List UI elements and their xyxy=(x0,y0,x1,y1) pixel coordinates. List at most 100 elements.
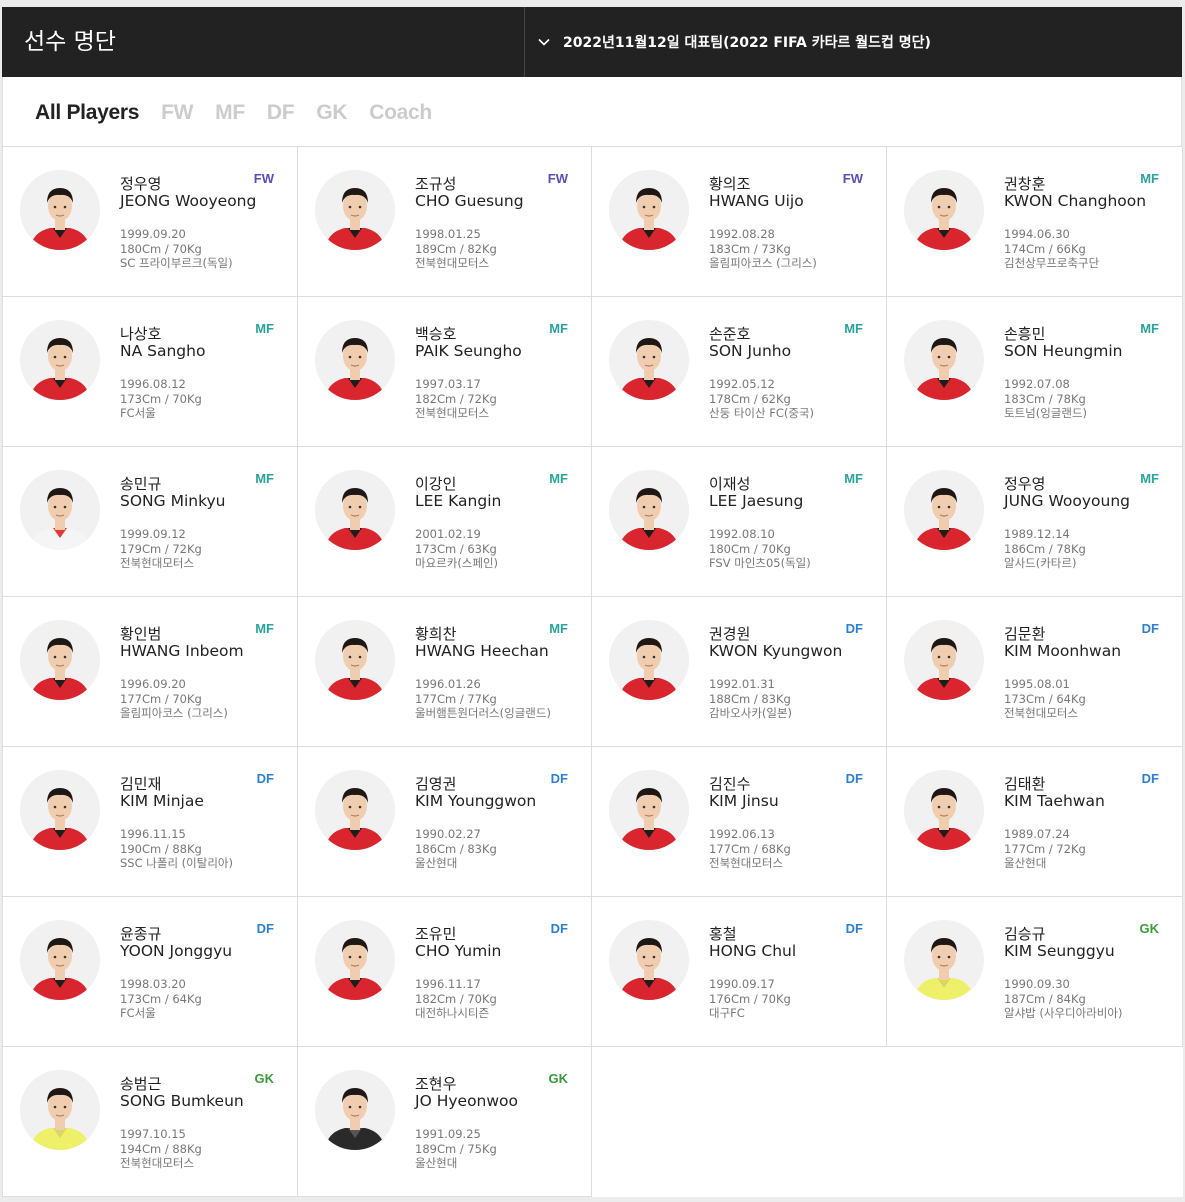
player-card[interactable]: FW 조규성 CHO Guesung 1998.01.25 189Cm / 82Kg 전북… xyxy=(298,147,592,297)
player-club: 산둥 타이산 FC(중국) xyxy=(709,406,814,420)
player-card[interactable]: MF 권창훈 KWON Changhoon 1994.06.30 174Cm / 66K… xyxy=(887,147,1183,297)
player-card[interactable]: DF 김문환 KIM Moonhwan 1995.08.01 173Cm / 64Kg 전… xyxy=(887,597,1183,747)
player-english-name: NA Sangho xyxy=(120,342,206,360)
tab-df[interactable]: DF xyxy=(267,101,295,125)
player-card[interactable]: GK 조현우 JO Hyeonwoo 1991.09.25 189Cm / 75Kg 울산… xyxy=(298,1047,592,1197)
tab-fw[interactable]: FW xyxy=(161,101,193,125)
player-card[interactable]: FW 정우영 JEONG Wooyeong 1999.09.20 180Cm / 70K… xyxy=(3,147,298,297)
chevron-down-icon xyxy=(537,35,551,49)
player-korean-name: 조현우 xyxy=(415,1075,457,1093)
player-english-name: JEONG Wooyeong xyxy=(120,192,257,210)
position-badge: DF xyxy=(256,771,274,786)
player-birthdate: 1992.08.28 xyxy=(709,227,775,241)
player-club: 울버햄튼원더러스(잉글랜드) xyxy=(415,706,551,720)
player-photo xyxy=(20,470,100,550)
player-club: 전북현대모터스 xyxy=(709,856,784,870)
player-club: 김천상무프로축구단 xyxy=(1004,256,1100,270)
player-korean-name: 홍철 xyxy=(709,925,737,943)
player-info: 2001.02.19 173Cm / 63Kg 마요르카(스페인) xyxy=(415,527,498,571)
player-birthdate: 1999.09.12 xyxy=(120,527,186,541)
player-card[interactable]: MF 정우영 JUNG Wooyoung 1989.12.14 186Cm / 78Kg… xyxy=(887,447,1183,597)
player-card[interactable]: GK 송범근 SONG Bumkeun 1997.10.15 194Cm / 88Kg 전… xyxy=(3,1047,298,1197)
player-photo xyxy=(904,470,984,550)
player-club: 올림피아코스 (그리스) xyxy=(120,706,228,720)
player-card[interactable]: FW 황의조 HWANG Uijo 1992.08.28 183Cm / 73Kg 올림피… xyxy=(592,147,887,297)
position-badge: FW xyxy=(547,171,568,186)
player-info: 1998.01.25 189Cm / 82Kg 전북현대모터스 xyxy=(415,227,497,271)
tab-coach[interactable]: Coach xyxy=(369,101,432,125)
player-card[interactable]: GK 김승규 KIM Seunggyu 1990.09.30 187Cm / 84Kg 알… xyxy=(887,897,1183,1047)
player-card[interactable]: MF 송민규 SONG Minkyu 1999.09.12 179Cm / 72Kg 전북… xyxy=(3,447,298,597)
player-card[interactable]: MF 이강인 LEE Kangin 2001.02.19 173Cm / 63Kg 마요르… xyxy=(298,447,592,597)
player-birthdate: 1996.11.15 xyxy=(120,827,186,841)
player-card[interactable]: DF 김민재 KIM Minjae 1996.11.15 190Cm / 88Kg SSC… xyxy=(3,747,298,897)
player-english-name: SONG Bumkeun xyxy=(120,1092,244,1110)
player-photo xyxy=(20,620,100,700)
player-photo xyxy=(315,770,395,850)
player-photo xyxy=(904,620,984,700)
player-card[interactable]: MF 황인범 HWANG Inbeom 1996.09.20 177Cm / 70Kg 올… xyxy=(3,597,298,747)
player-height-weight: 190Cm / 88Kg xyxy=(120,841,202,856)
player-card[interactable]: MF 나상호 NA Sangho 1996.08.12 173Cm / 70Kg FC서울 xyxy=(3,297,298,447)
player-english-name: YOON Jonggyu xyxy=(120,942,233,960)
player-height-weight: 176Cm / 70Kg xyxy=(709,991,791,1006)
player-birthdate: 1992.06.13 xyxy=(709,827,775,841)
player-korean-name: 백승호 xyxy=(415,325,457,343)
player-height-weight: 173Cm / 64Kg xyxy=(120,991,202,1006)
player-card[interactable]: DF 홍철 HONG Chul 1990.09.17 176Cm / 70Kg 대구FC xyxy=(592,897,887,1047)
player-card[interactable]: DF 김진수 KIM Jinsu 1992.06.13 177Cm / 68Kg 전북현대… xyxy=(592,747,887,897)
player-card[interactable]: MF 백승호 PAIK Seungho 1997.03.17 182Cm / 72Kg 전… xyxy=(298,297,592,447)
player-height-weight: 187Cm / 84Kg xyxy=(1004,991,1086,1006)
player-card[interactable]: MF 황희찬 HWANG Heechan 1996.01.26 177Cm / 77Kg… xyxy=(298,597,592,747)
player-birthdate: 1992.07.08 xyxy=(1004,377,1070,391)
player-birthdate: 1990.09.17 xyxy=(709,977,775,991)
player-info: 1997.03.17 182Cm / 72Kg 전북현대모터스 xyxy=(415,377,497,421)
position-badge: DF xyxy=(256,921,274,936)
position-tabs: All Players FW MF DF GK Coach xyxy=(2,77,1182,147)
player-info: 1990.09.17 176Cm / 70Kg 대구FC xyxy=(709,977,791,1021)
player-photo xyxy=(904,320,984,400)
player-photo xyxy=(904,770,984,850)
player-korean-name: 김민재 xyxy=(120,775,162,793)
empty-cell xyxy=(592,1047,887,1197)
player-english-name: KIM Seunggyu xyxy=(1004,942,1115,960)
player-card[interactable]: MF 이재성 LEE Jaesung 1992.08.10 180Cm / 70Kg FS… xyxy=(592,447,887,597)
player-korean-name: 이재성 xyxy=(709,475,751,493)
player-english-name: LEE Kangin xyxy=(415,492,502,510)
player-korean-name: 황인범 xyxy=(120,625,162,643)
player-english-name: CHO Guesung xyxy=(415,192,524,210)
roster-selector[interactable]: 2022년11월12일 대표팀(2022 FIFA 카타르 월드컵 명단) xyxy=(537,7,931,77)
player-birthdate: 1996.01.26 xyxy=(415,677,481,691)
player-card[interactable]: MF 손흥민 SON Heungmin 1992.07.08 183Cm / 78Kg 토… xyxy=(887,297,1183,447)
tab-all-players[interactable]: All Players xyxy=(35,101,139,125)
player-photo xyxy=(315,920,395,1000)
player-info: 1992.06.13 177Cm / 68Kg 전북현대모터스 xyxy=(709,827,791,871)
player-info: 1992.01.31 188Cm / 83Kg 감바오사카(일본) xyxy=(709,677,792,721)
player-card[interactable]: DF 조유민 CHO Yumin 1996.11.17 182Cm / 70Kg 대전하나… xyxy=(298,897,592,1047)
player-club: 알사드(카타르) xyxy=(1004,556,1077,570)
player-korean-name: 황희찬 xyxy=(415,625,457,643)
player-photo xyxy=(20,320,100,400)
tab-gk[interactable]: GK xyxy=(316,101,347,125)
player-card[interactable]: DF 윤종규 YOON Jonggyu 1998.03.20 173Cm / 64Kg F… xyxy=(3,897,298,1047)
player-info: 1996.01.26 177Cm / 77Kg 울버햄튼원더러스(잉글랜드) xyxy=(415,677,551,721)
roster-selector-label: 2022년11월12일 대표팀(2022 FIFA 카타르 월드컵 명단) xyxy=(563,35,931,51)
player-korean-name: 정우영 xyxy=(1004,475,1046,493)
position-badge: MF xyxy=(549,621,568,636)
player-club: 올림피아코스 (그리스) xyxy=(709,256,817,270)
tab-mf[interactable]: MF xyxy=(215,101,245,125)
player-height-weight: 183Cm / 73Kg xyxy=(709,241,791,256)
position-badge: GK xyxy=(254,1071,275,1086)
player-photo xyxy=(609,170,689,250)
player-info: 1999.09.20 180Cm / 70Kg SC 프라이부르크(독일) xyxy=(120,227,233,271)
player-card[interactable]: MF 손준호 SON Junho 1992.05.12 178Cm / 62Kg 산둥 타… xyxy=(592,297,887,447)
player-card[interactable]: DF 김태환 KIM Taehwan 1989.07.24 177Cm / 72Kg 울산… xyxy=(887,747,1183,897)
page-title: 선수 명단 xyxy=(24,29,116,55)
player-birthdate: 1998.01.25 xyxy=(415,227,481,241)
player-club: 대구FC xyxy=(709,1006,745,1020)
player-card[interactable]: DF 권경원 KWON Kyungwon 1992.01.31 188Cm / 83Kg… xyxy=(592,597,887,747)
player-birthdate: 1990.09.30 xyxy=(1004,977,1070,991)
player-card[interactable]: DF 김영권 KIM Younggwon 1990.02.27 186Cm / 83Kg… xyxy=(298,747,592,897)
player-photo xyxy=(315,1070,395,1150)
position-badge: MF xyxy=(1140,171,1159,186)
